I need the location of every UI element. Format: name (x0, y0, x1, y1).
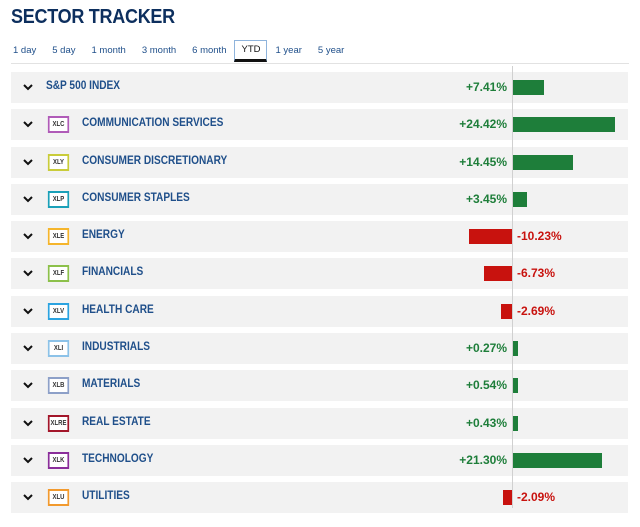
sector-list: S&P 500 INDEX +7.41% XLC COMMUNICATION SERV… (11, 66, 628, 520)
sector-name[interactable]: TECHNOLOGY (82, 453, 153, 465)
percent-change: +3.45% (465, 191, 507, 206)
period-tabs: 1 day 5 day 1 month 3 month 6 month YTD 1 year… (11, 39, 629, 64)
sector-name[interactable]: HEALTH CARE (82, 304, 154, 316)
chevron-down-icon[interactable] (21, 341, 35, 355)
sector-name[interactable]: S&P 500 INDEX (46, 80, 120, 92)
zero-axis-line (512, 66, 513, 508)
percent-change: -10.23% (517, 229, 562, 244)
sector-row[interactable]: XLV HEALTH CARE -2.69% (11, 295, 628, 327)
chevron-down-icon[interactable] (21, 117, 35, 131)
tab-6-month[interactable]: 6 month (190, 40, 228, 62)
ticker-badge: XLF (47, 265, 70, 283)
sector-row[interactable]: XLC COMMUNICATION SERVICES +24.42% (11, 109, 628, 141)
sector-row[interactable]: XLP CONSUMER STAPLES +3.45% (11, 183, 628, 215)
percent-change: +21.30% (459, 452, 507, 467)
performance-bar (513, 191, 528, 207)
sector-name[interactable]: INDUSTRIALS (82, 341, 150, 353)
sector-row[interactable]: XLB MATERIALS +0.54% (11, 370, 628, 402)
sector-row[interactable]: XLY CONSUMER DISCRETIONARY +14.45% (11, 146, 628, 178)
sector-row[interactable]: XLK TECHNOLOGY +21.30% (11, 444, 628, 476)
sector-name[interactable]: ENERGY (82, 229, 125, 241)
sector-row[interactable]: S&P 500 INDEX +7.41% (11, 72, 628, 103)
tab-1-year[interactable]: 1 year (273, 40, 303, 62)
performance-bar (513, 452, 602, 468)
sector-row[interactable]: XLF FINANCIALS -6.73% (11, 258, 628, 290)
ticker-badge: XLV (47, 302, 70, 320)
performance-bar (513, 415, 518, 431)
percent-change: +24.42% (459, 117, 507, 132)
percent-change: +7.41% (465, 80, 507, 94)
chevron-down-icon[interactable] (21, 453, 35, 467)
sector-row[interactable]: XLU UTILITIES -2.09% (11, 482, 628, 514)
sector-name[interactable]: COMMUNICATION SERVICES (82, 117, 223, 129)
tab-5-day[interactable]: 5 day (50, 40, 77, 62)
sector-row[interactable]: XLRE REAL ESTATE +0.43% (11, 407, 628, 439)
ticker-badge: XLE (47, 228, 70, 246)
ticker-badge: XLI (47, 340, 70, 358)
performance-bar (513, 154, 574, 170)
page-title: SECTOR TRACKER (11, 6, 175, 28)
performance-bar (513, 117, 615, 133)
percent-change: -6.73% (517, 266, 556, 281)
ticker-badge: XLC (47, 116, 70, 134)
chevron-down-icon[interactable] (21, 490, 35, 504)
performance-bar (500, 303, 512, 319)
percent-change: -2.09% (517, 490, 556, 505)
ticker-badge: XLRE (47, 414, 70, 432)
tab-ytd[interactable]: YTD (234, 40, 268, 62)
chevron-down-icon[interactable] (21, 80, 35, 94)
performance-bar (513, 80, 544, 95)
chevron-down-icon[interactable] (21, 229, 35, 243)
ticker-badge: XLB (47, 377, 70, 395)
percent-change: +0.43% (465, 415, 507, 430)
chevron-down-icon[interactable] (21, 378, 35, 392)
tab-1-day[interactable]: 1 day (11, 40, 38, 62)
sector-name[interactable]: UTILITIES (82, 490, 130, 502)
performance-bar (513, 341, 518, 357)
chevron-down-icon[interactable] (21, 155, 35, 169)
percent-change: +14.45% (459, 154, 507, 169)
performance-bar (503, 490, 512, 506)
chevron-down-icon[interactable] (21, 416, 35, 430)
sector-name[interactable]: MATERIALS (82, 378, 140, 390)
percent-change: -2.69% (517, 303, 556, 318)
ticker-badge: XLP (47, 190, 70, 208)
performance-bar (483, 266, 512, 282)
ticker-badge: XLK (47, 451, 70, 469)
chevron-down-icon[interactable] (21, 304, 35, 318)
ticker-badge: XLU (47, 489, 70, 507)
ticker-badge: XLY (47, 153, 70, 171)
chevron-down-icon[interactable] (21, 192, 35, 206)
sector-name[interactable]: FINANCIALS (82, 266, 143, 278)
chevron-down-icon[interactable] (21, 266, 35, 280)
sector-name[interactable]: REAL ESTATE (82, 416, 151, 428)
performance-bar (469, 229, 512, 245)
sector-name[interactable]: CONSUMER DISCRETIONARY (82, 155, 227, 167)
performance-bar (513, 378, 518, 394)
percent-change: +0.54% (465, 378, 507, 393)
tab-1-month[interactable]: 1 month (90, 40, 128, 62)
sector-name[interactable]: CONSUMER STAPLES (82, 192, 190, 204)
percent-change: +0.27% (465, 341, 507, 356)
sector-row[interactable]: XLE ENERGY -10.23% (11, 221, 628, 253)
tab-3-month[interactable]: 3 month (140, 40, 178, 62)
sector-row[interactable]: XLI INDUSTRIALS +0.27% (11, 333, 628, 365)
tab-5-year[interactable]: 5 year (316, 40, 346, 62)
